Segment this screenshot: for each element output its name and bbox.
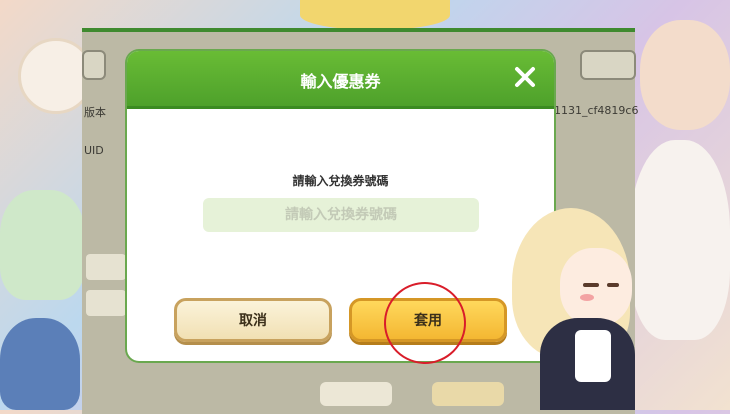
settings-toggle — [432, 382, 504, 406]
close-button[interactable] — [510, 62, 540, 92]
character-eye — [583, 283, 599, 287]
coupon-dialog: 輸入優惠券 請輸入兌換券號碼 取消 套用 — [127, 51, 554, 361]
character-face — [560, 248, 632, 326]
character-shirt — [575, 330, 611, 382]
settings-row-button — [86, 254, 126, 280]
character-blush — [580, 294, 594, 301]
background-character — [630, 140, 730, 340]
background-character — [300, 0, 450, 30]
apply-button[interactable]: 套用 — [349, 298, 507, 342]
character-eye — [607, 283, 619, 287]
settings-row-button — [86, 290, 126, 316]
dialog-title: 輸入優惠券 — [300, 72, 381, 91]
coupon-prompt: 請輸入兌換券號碼 — [292, 174, 389, 188]
dialog-header: 輸入優惠券 — [127, 51, 554, 109]
settings-toggle — [320, 382, 392, 406]
background-character — [0, 190, 85, 300]
close-icon — [515, 67, 535, 87]
version-value: 1131_cf4819c6 — [554, 104, 639, 117]
coupon-code-input[interactable] — [203, 198, 479, 232]
uid-label: UID — [84, 144, 104, 157]
settings-tab — [580, 50, 636, 80]
cancel-button[interactable]: 取消 — [174, 298, 332, 342]
background-character — [0, 318, 80, 410]
version-label: 版本 — [84, 106, 106, 119]
background-character — [640, 20, 730, 130]
settings-tab — [82, 50, 106, 80]
